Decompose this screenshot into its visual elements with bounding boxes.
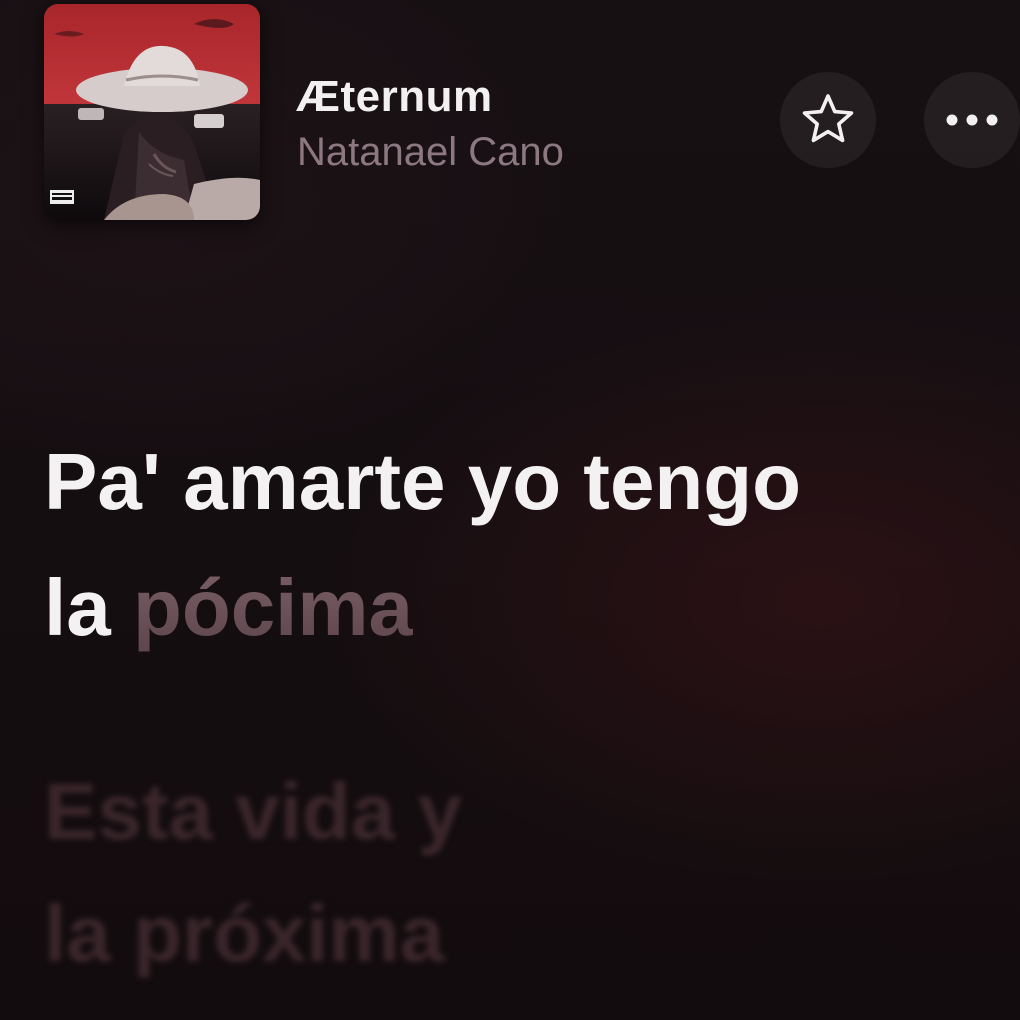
lyric-pending-part: pócima [132, 563, 414, 652]
lyric-line-next-1[interactable]: Esta vida y [44, 750, 462, 874]
lyric-line-current-2[interactable]: la pócima [44, 546, 413, 670]
album-cover-image [44, 4, 260, 220]
lyric-sung-part: la [44, 563, 133, 652]
album-art[interactable] [44, 4, 260, 220]
star-icon [802, 94, 854, 143]
favorite-button[interactable] [780, 72, 876, 168]
song-title[interactable]: Æternum [296, 72, 493, 122]
artist-name[interactable]: Natanael Cano [297, 130, 564, 175]
ellipsis-icon [946, 114, 998, 126]
lyric-line-current-1[interactable]: Pa' amarte yo tengo [44, 420, 801, 544]
lyric-line-next-2[interactable]: la próxima [44, 872, 444, 996]
more-options-button[interactable] [924, 72, 1020, 168]
now-playing-lyrics-screen: Æternum Natanael Cano Pa' amarte yo teng… [0, 0, 1020, 1020]
